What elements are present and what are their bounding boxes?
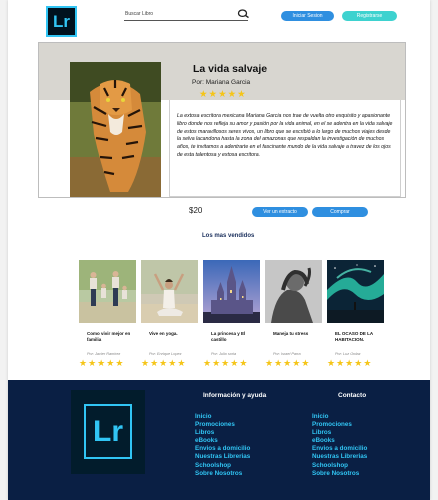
star-icon: ★ bbox=[141, 358, 150, 368]
star-icon: ★ bbox=[218, 89, 227, 100]
book-cover-aurora[interactable] bbox=[327, 260, 384, 323]
logo[interactable]: Lr bbox=[46, 6, 77, 37]
star-icon: ★ bbox=[106, 358, 115, 368]
footer-link[interactable]: Nuestras Librerias bbox=[195, 453, 250, 461]
star-icon: ★ bbox=[203, 358, 212, 368]
bestsellers-list: Como vivir mejor en familia Por: Javier … bbox=[79, 260, 385, 370]
book-card-author: Por: Julio soria bbox=[211, 352, 237, 356]
star-icon: ★ bbox=[354, 358, 363, 368]
star-icon: ★ bbox=[336, 358, 345, 368]
footer-link[interactable]: Promociones bbox=[195, 421, 250, 429]
star-icon: ★ bbox=[230, 358, 239, 368]
page: Lr Buscar Libro Iniciar Sesion Registrar… bbox=[8, 0, 430, 500]
star-icon: ★ bbox=[88, 358, 97, 368]
star-icon: ★ bbox=[221, 358, 230, 368]
star-icon: ★ bbox=[208, 89, 218, 100]
buy-button[interactable]: Comprar bbox=[312, 207, 368, 217]
footer-link[interactable]: Inicio bbox=[195, 413, 250, 421]
star-icon: ★ bbox=[212, 358, 221, 368]
footer-link[interactable]: Inicio bbox=[312, 413, 367, 421]
star-icon: ★ bbox=[363, 358, 372, 368]
search-input[interactable]: Buscar Libro bbox=[124, 9, 249, 21]
book-card[interactable]: Como vivir mejor en familia Por: Javier … bbox=[79, 260, 136, 370]
book-card[interactable]: EL OCASO DE LA HABITACION. Por: Luz Orda… bbox=[327, 260, 384, 370]
footer-link[interactable]: eBooks bbox=[312, 437, 367, 445]
book-card-title: La princesa y El castillo bbox=[211, 331, 246, 342]
featured-book: La vida salvaje Por: Mariana Garcia ★ ★ … bbox=[38, 42, 406, 198]
book-author: Por: Mariana Garcia bbox=[192, 79, 251, 86]
sample-button[interactable]: Ver un extracto bbox=[252, 207, 308, 217]
book-card-author: Por: Enrique Lopez bbox=[149, 352, 182, 356]
bestsellers-heading: Los mas vendidos bbox=[202, 233, 255, 239]
star-icon: ★ bbox=[97, 358, 106, 368]
footer-info-links: Inicio Promociones Libros eBooks Envios … bbox=[195, 413, 250, 478]
footer-link[interactable]: Envios a domicilio bbox=[195, 445, 250, 453]
book-cover-tiger[interactable] bbox=[70, 62, 161, 197]
footer: Lr Información y ayuda Contacto Inicio P… bbox=[8, 380, 430, 500]
star-icon: ★ bbox=[159, 358, 168, 368]
star-icon: ★ bbox=[239, 358, 248, 368]
star-icon: ★ bbox=[115, 358, 124, 368]
book-card-title: EL OCASO DE LA HABITACION. bbox=[335, 331, 374, 342]
book-price: $20 bbox=[189, 206, 203, 215]
footer-info-heading: Información y ayuda bbox=[203, 392, 267, 399]
book-description: La extosa escritora mexicana Mariana Gar… bbox=[169, 100, 401, 197]
star-icon: ★ bbox=[301, 358, 310, 368]
footer-link[interactable]: Sobre Nosotros bbox=[312, 470, 367, 478]
book-card[interactable]: La princesa y El castillo Por: Julio sor… bbox=[203, 260, 260, 370]
tiger-image bbox=[70, 62, 161, 197]
footer-link[interactable]: Promociones bbox=[312, 421, 367, 429]
book-cover-castle[interactable] bbox=[203, 260, 260, 323]
footer-contact-links: Inicio Promociones Libros eBooks Envios … bbox=[312, 413, 367, 478]
footer-link[interactable]: Envios a domicilio bbox=[312, 445, 367, 453]
footer-link[interactable]: Nuestras Librerias bbox=[312, 453, 367, 461]
search-placeholder: Buscar Libro bbox=[125, 11, 154, 17]
footer-logo-mark: Lr bbox=[84, 404, 132, 459]
star-icon: ★ bbox=[177, 358, 186, 368]
star-icon: ★ bbox=[283, 358, 292, 368]
footer-link[interactable]: Libros bbox=[312, 429, 367, 437]
star-icon: ★ bbox=[227, 89, 237, 100]
star-icon: ★ bbox=[265, 358, 274, 368]
footer-logo[interactable]: Lr bbox=[71, 390, 145, 474]
star-icon: ★ bbox=[274, 358, 283, 368]
book-card-rating: ★ ★ ★ ★ ★ bbox=[141, 359, 185, 368]
book-card-author: Por: Israel Parra bbox=[273, 352, 301, 356]
star-icon: ★ bbox=[345, 358, 354, 368]
footer-link[interactable]: eBooks bbox=[195, 437, 250, 445]
book-card[interactable]: Vive en yoga. Por: Enrique Lopez ★ ★ ★ ★ ★ bbox=[141, 260, 198, 370]
book-card-rating: ★ ★ ★ ★ ★ bbox=[265, 359, 309, 368]
book-rating: ★ ★ ★ ★ ★ bbox=[199, 90, 246, 100]
book-cover-yoga[interactable] bbox=[141, 260, 198, 323]
star-icon: ★ bbox=[292, 358, 301, 368]
footer-link[interactable]: Schoolshop bbox=[312, 462, 367, 470]
footer-link[interactable]: Schoolshop bbox=[195, 462, 250, 470]
book-card-rating: ★ ★ ★ ★ ★ bbox=[203, 359, 247, 368]
star-icon: ★ bbox=[150, 358, 159, 368]
book-cover-family[interactable] bbox=[79, 260, 136, 323]
book-card-title: Maneja tu stress bbox=[273, 331, 309, 336]
book-card[interactable]: Maneja tu stress Por: Israel Parra ★ ★ ★ ★ ★ bbox=[265, 260, 322, 370]
login-button[interactable]: Iniciar Sesion bbox=[281, 11, 334, 21]
footer-contact-heading: Contacto bbox=[338, 392, 367, 399]
footer-link[interactable]: Libros bbox=[195, 429, 250, 437]
star-icon: ★ bbox=[199, 89, 208, 100]
book-title: La vida salvaje bbox=[193, 63, 268, 75]
book-card-title: Como vivir mejor en familia bbox=[87, 331, 131, 342]
register-button[interactable]: Registrarse bbox=[342, 11, 397, 21]
search-icon[interactable] bbox=[237, 9, 249, 19]
book-card-title: Vive en yoga. bbox=[149, 331, 178, 336]
footer-link[interactable]: Sobre Nosotros bbox=[195, 470, 250, 478]
star-icon: ★ bbox=[327, 358, 336, 368]
book-cover-stress[interactable] bbox=[265, 260, 322, 323]
book-card-rating: ★ ★ ★ ★ ★ bbox=[327, 359, 371, 368]
star-icon: ★ bbox=[168, 358, 177, 368]
star-icon: ★ bbox=[237, 89, 246, 100]
book-card-author: Por: Javier Ramirez bbox=[87, 352, 121, 356]
book-card-rating: ★ ★ ★ ★ ★ bbox=[79, 359, 123, 368]
book-card-author: Por: Luz Ordaz bbox=[335, 352, 361, 356]
star-icon: ★ bbox=[79, 358, 88, 368]
